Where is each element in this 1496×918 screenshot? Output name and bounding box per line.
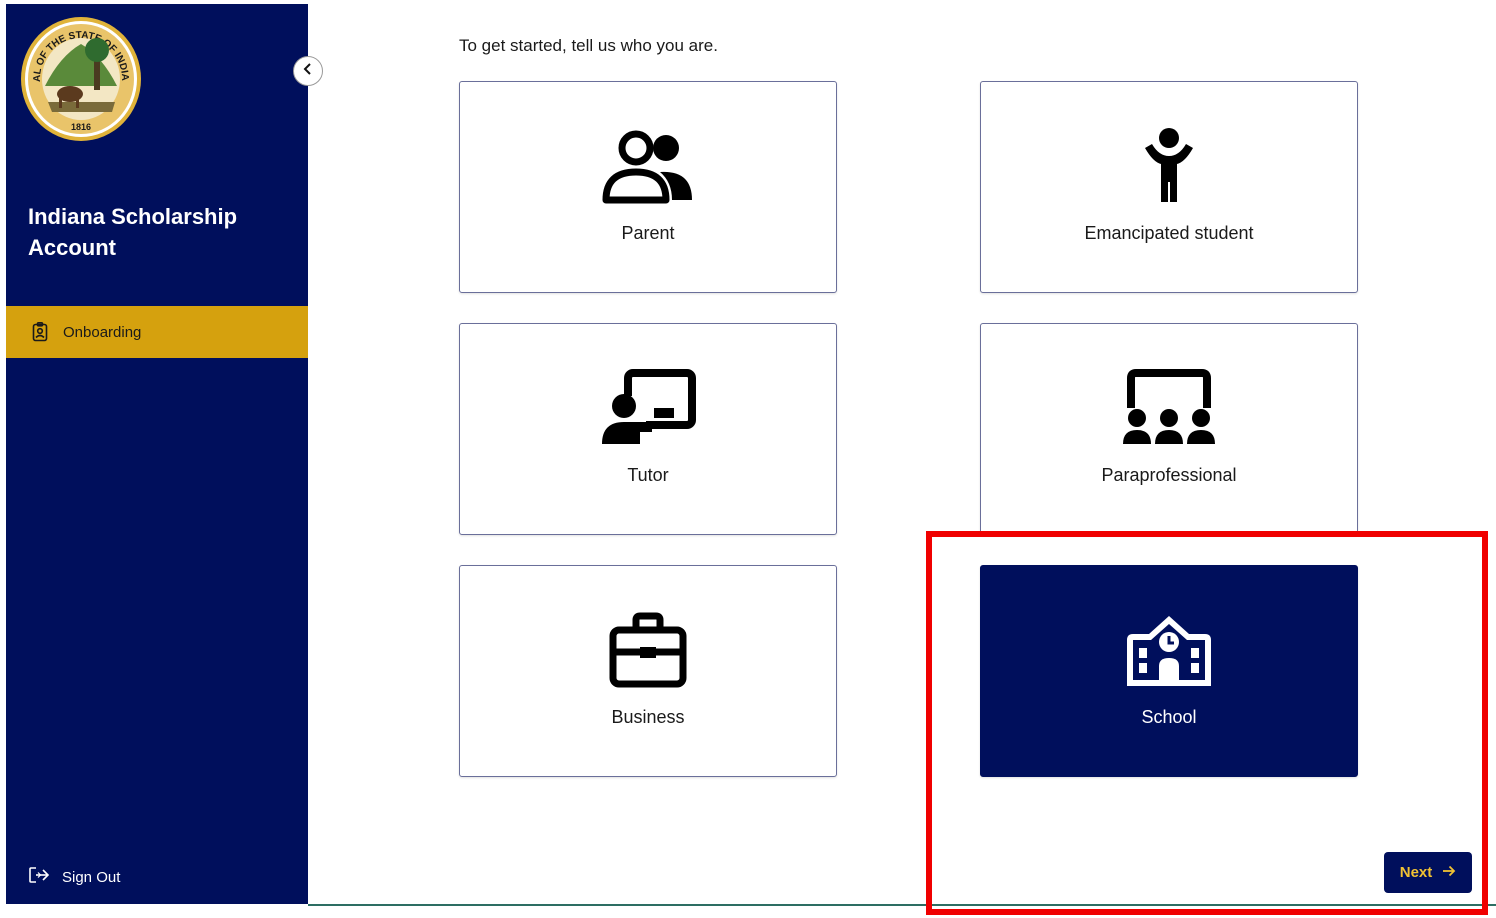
classroom-icon bbox=[981, 368, 1357, 448]
sidebar: SEAL OF THE STATE OF INDIANA 1816 Indian… bbox=[6, 4, 308, 904]
role-card-label: Emancipated student bbox=[1084, 223, 1254, 243]
footer-divider bbox=[308, 904, 1496, 906]
role-card-emancipated-student[interactable]: Emancipated student bbox=[980, 81, 1358, 293]
sign-out-icon bbox=[28, 866, 50, 889]
role-card-label: Business bbox=[611, 707, 685, 727]
role-card-label: Paraprofessional bbox=[1101, 465, 1237, 485]
sign-out-link[interactable]: Sign Out bbox=[28, 866, 120, 889]
next-button-label: Next bbox=[1399, 864, 1433, 881]
presentation-icon bbox=[460, 368, 836, 448]
briefcase-icon bbox=[460, 610, 836, 690]
id-badge-icon bbox=[32, 322, 50, 342]
role-card-school[interactable]: School bbox=[980, 565, 1358, 777]
child-icon bbox=[981, 126, 1357, 206]
role-card-label: Parent bbox=[621, 223, 675, 243]
role-card-label: Tutor bbox=[627, 465, 669, 485]
state-seal-logo: SEAL OF THE STATE OF INDIANA 1816 bbox=[16, 8, 142, 142]
sign-out-label: Sign Out bbox=[62, 869, 121, 886]
arrow-right-icon bbox=[1442, 864, 1456, 881]
role-card-tutor[interactable]: Tutor bbox=[459, 323, 837, 535]
sidebar-item-label: Onboarding bbox=[63, 323, 142, 341]
school-icon bbox=[981, 610, 1357, 690]
role-card-paraprofessional[interactable]: Paraprofessional bbox=[980, 323, 1358, 535]
sidebar-collapse-button[interactable] bbox=[293, 56, 323, 86]
page-prompt: To get started, tell us who you are. bbox=[459, 36, 718, 55]
people-icon bbox=[460, 126, 836, 206]
role-card-parent[interactable]: Parent bbox=[459, 81, 837, 293]
role-card-business[interactable]: Business bbox=[459, 565, 837, 777]
app-title: Indiana Scholarship Account bbox=[28, 204, 238, 260]
sidebar-item-onboarding[interactable]: Onboarding bbox=[6, 306, 308, 358]
svg-text:1816: 1816 bbox=[71, 122, 91, 132]
next-button[interactable]: Next bbox=[1384, 852, 1472, 893]
chevron-left-icon bbox=[302, 62, 314, 81]
role-card-label: School bbox=[1141, 707, 1197, 727]
